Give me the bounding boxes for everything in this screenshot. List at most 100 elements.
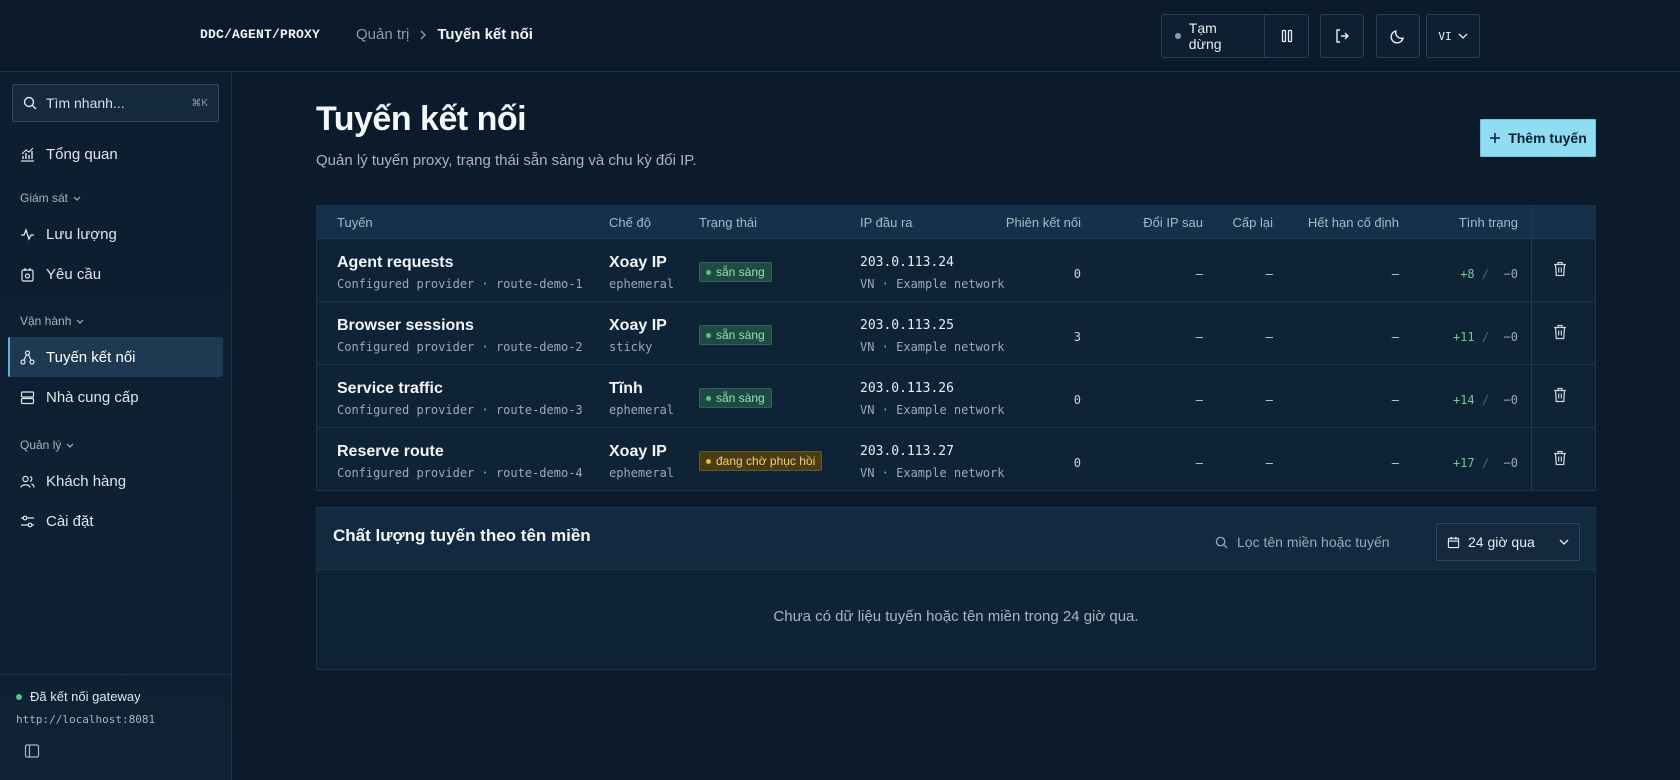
table-row[interactable]: Agent requests Configured provider · rout… — [317, 239, 1595, 302]
header-rotate-after[interactable]: Đổi IP sau — [1143, 215, 1203, 230]
header-egress-ip[interactable]: IP đầu ra — [860, 215, 913, 230]
health-failure: −0 — [1503, 267, 1518, 281]
delete-route-button[interactable] — [1553, 387, 1567, 403]
sidebar-item-label: Yêu cầu — [46, 265, 102, 283]
breadcrumb-parent[interactable]: Quản trị — [356, 26, 409, 43]
status-label: sẵn sàng — [716, 265, 765, 279]
page-title: Tuyến kết nối — [316, 100, 527, 138]
header-mode[interactable]: Chế độ — [609, 215, 651, 230]
section-manage[interactable]: Quản lý — [20, 438, 74, 452]
domain-quality-panel: Chất lượng tuyến theo tên miền Lọc tên m… — [316, 507, 1596, 670]
sidebar-item-overview[interactable]: Tổng quan — [8, 134, 223, 174]
route-mode: Xoay IP — [609, 317, 667, 334]
quality-title: Chất lượng tuyến theo tên miền — [333, 526, 591, 545]
status-label: đang chờ phục hồi — [716, 454, 816, 468]
status-badge: sẵn sàng — [699, 388, 772, 408]
header-reissue[interactable]: Cấp lại — [1233, 215, 1273, 230]
time-range-select[interactable]: 24 giờ qua — [1436, 523, 1580, 561]
session-count: 0 — [1073, 393, 1081, 407]
sidebar-toggle-icon — [24, 744, 40, 758]
section-label: Quản lý — [20, 438, 62, 452]
breadcrumb-current: Tuyến kết nối — [437, 26, 533, 43]
quick-search-input[interactable]: Tìm nhanh... ⌘K — [12, 84, 219, 122]
logout-button[interactable] — [1320, 14, 1364, 58]
route-provider: Configured provider · route-demo-4 — [337, 466, 583, 480]
requests-icon — [21, 267, 34, 282]
rotate-after-value: — — [1195, 330, 1203, 344]
table-row[interactable]: Service traffic Configured provider · rou… — [317, 365, 1595, 428]
pause-button[interactable] — [1265, 15, 1308, 57]
table-row[interactable]: Reserve route Configured provider · route… — [317, 428, 1595, 491]
sidebar-item-routes[interactable]: Tuyến kết nối — [8, 337, 223, 377]
status-badge: sẵn sàng — [699, 262, 772, 282]
sidebar-item-settings[interactable]: Cài đặt — [8, 501, 223, 541]
health-separator: / — [1474, 267, 1504, 281]
moon-icon — [1390, 30, 1404, 44]
sidebar-item-label: Cài đặt — [46, 512, 94, 530]
chevron-down-icon — [73, 196, 81, 201]
language-select[interactable]: VI — [1426, 14, 1480, 58]
route-name[interactable]: Reserve route — [337, 443, 444, 461]
logout-icon — [1336, 29, 1349, 43]
sidebar: Tìm nhanh... ⌘K Tổng quan Giám sát Lưu l… — [0, 72, 232, 780]
route-mode-type: sticky — [609, 340, 653, 354]
sidebar-item-customers[interactable]: Khách hàng — [8, 461, 223, 501]
health-failure: −0 — [1503, 330, 1518, 344]
pause-control: Tạm dừng — [1161, 14, 1309, 58]
health-success: +11 — [1452, 330, 1475, 344]
pause-icon — [1281, 29, 1292, 43]
header-sticky-expiry[interactable]: Hết hạn cố định — [1308, 215, 1399, 230]
route-mode-type: ephemeral — [609, 466, 675, 480]
section-monitor[interactable]: Giám sát — [20, 191, 81, 205]
domain-filter-input[interactable]: Lọc tên miền hoặc tuyến — [1215, 534, 1390, 550]
brand-logo[interactable]: DDC/AGENT/PROXY — [200, 27, 320, 42]
sidebar-footer: Đã kết nối gateway http://localhost:8081 — [0, 674, 231, 780]
domain-filter-placeholder: Lọc tên miền hoặc tuyến — [1237, 534, 1390, 550]
delete-route-button[interactable] — [1553, 450, 1567, 466]
search-placeholder: Tìm nhanh... — [46, 95, 125, 111]
health-separator: / — [1474, 393, 1504, 407]
rotate-after-value: — — [1195, 267, 1203, 281]
health-success: +17 — [1452, 456, 1475, 470]
connected-dot-icon — [16, 693, 22, 700]
status-label: sẵn sàng — [716, 391, 765, 405]
header-status[interactable]: Trạng thái — [699, 215, 757, 230]
add-route-label: Thêm tuyến — [1508, 130, 1587, 146]
header-sessions[interactable]: Phiên kết nối — [1006, 215, 1081, 230]
gateway-status-label: Đã kết nối gateway — [30, 689, 141, 704]
add-route-button[interactable]: Thêm tuyến — [1480, 119, 1596, 157]
health-counts: +8 / −0 — [1460, 267, 1518, 281]
theme-toggle-button[interactable] — [1376, 14, 1420, 58]
egress-ip-location: VN · Example network — [860, 340, 1005, 354]
health-separator: / — [1474, 456, 1504, 470]
sidebar-toggle-button[interactable] — [24, 743, 40, 759]
reissue-value: — — [1265, 393, 1273, 407]
empty-state-message: Chưa có dữ liệu tuyến hoặc tên miền tron… — [773, 608, 1139, 625]
pause-label: Tạm dừng — [1188, 20, 1222, 52]
trash-icon — [1554, 261, 1566, 277]
search-icon — [23, 96, 37, 110]
status-dot-icon — [706, 458, 711, 464]
route-name[interactable]: Agent requests — [337, 254, 453, 272]
route-provider: Configured provider · route-demo-3 — [337, 403, 583, 417]
header-route[interactable]: Tuyến — [337, 215, 373, 230]
sticky-expiry-value: — — [1391, 267, 1399, 281]
status-label: sẵn sàng — [716, 328, 765, 342]
search-icon — [1215, 536, 1228, 549]
sidebar-item-providers[interactable]: Nhà cung cấp — [8, 377, 223, 417]
table-row[interactable]: Browser sessions Configured provider · ro… — [317, 302, 1595, 365]
health-counts: +11 / −0 — [1453, 330, 1518, 344]
header-health[interactable]: Tình trạng — [1459, 215, 1518, 230]
sidebar-item-traffic[interactable]: Lưu lượng — [8, 214, 223, 254]
session-count: 0 — [1073, 267, 1081, 281]
reissue-value: — — [1265, 456, 1273, 470]
delete-route-button[interactable] — [1553, 261, 1567, 277]
pause-status-button[interactable]: Tạm dừng — [1162, 15, 1266, 57]
route-name[interactable]: Service traffic — [337, 380, 443, 398]
section-operate[interactable]: Vận hành — [20, 314, 84, 328]
chevron-right-icon — [419, 30, 427, 40]
delete-route-button[interactable] — [1553, 324, 1567, 340]
route-mode: Xoay IP — [609, 443, 667, 460]
route-name[interactable]: Browser sessions — [337, 317, 474, 335]
sidebar-item-requests[interactable]: Yêu cầu — [8, 254, 223, 294]
